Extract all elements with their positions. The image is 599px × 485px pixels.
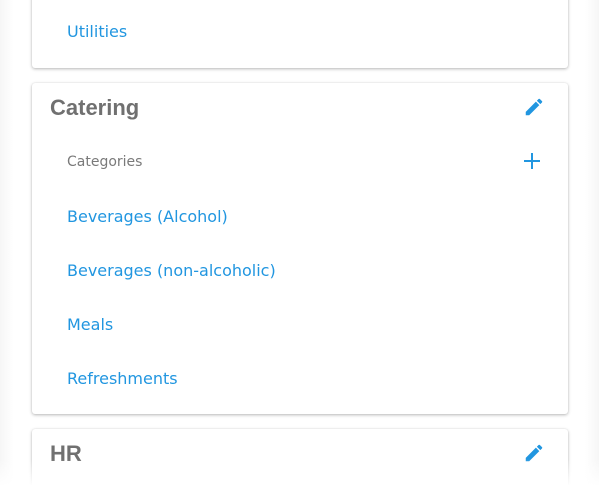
section-label-categories: Categories [67, 154, 143, 170]
category-link-meals[interactable]: Meals [67, 315, 113, 334]
category-card-hr: HR [32, 429, 568, 485]
category-card-previous: Utilities [32, 0, 568, 68]
add-category-button[interactable] [518, 147, 546, 175]
card-title-catering: Catering [50, 95, 140, 120]
edit-catering-button[interactable] [520, 93, 548, 121]
page-edge-shade-left [0, 0, 14, 485]
edit-hr-button[interactable] [520, 439, 548, 467]
category-card-catering: Catering Categories Beverages (Alcohol) … [32, 83, 568, 414]
category-link-refreshments[interactable]: Refreshments [67, 369, 178, 388]
page-edge-shade-right [585, 0, 599, 485]
category-link-beverages-alcohol[interactable]: Beverages (Alcohol) [67, 207, 228, 226]
category-link-utilities[interactable]: Utilities [67, 22, 127, 41]
pencil-icon [525, 444, 543, 462]
plus-icon [524, 153, 540, 169]
category-link-beverages-non-alcoholic[interactable]: Beverages (non-alcoholic) [67, 261, 276, 280]
pencil-icon [525, 98, 543, 116]
card-title-hr: HR [50, 441, 82, 466]
